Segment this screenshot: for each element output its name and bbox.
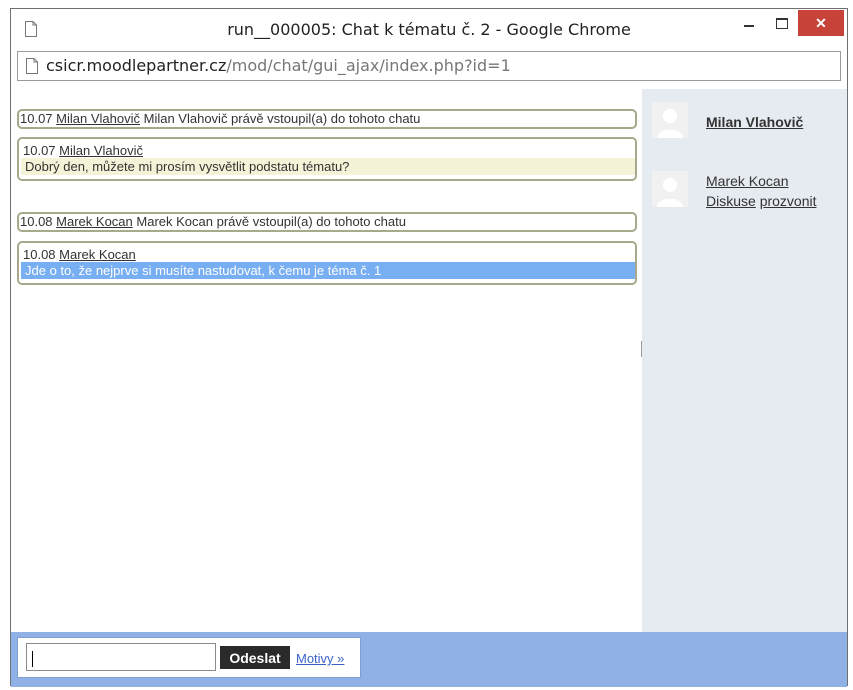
message-user-link[interactable]: Milan Vlahovič — [59, 143, 143, 158]
talk-link[interactable]: Diskuse — [706, 193, 756, 209]
message-chat: 10.07 Milan Vlahovič Dobrý den, můžete m… — [17, 137, 637, 181]
message-user-link[interactable]: Marek Kocan — [56, 214, 133, 229]
users-list: Milan Vlahovič Marek Kocan Diskuse prozv… — [642, 89, 847, 632]
browser-window: run__000005: Chat k tématu č. 2 - Google… — [10, 8, 848, 687]
message-user-link[interactable]: Marek Kocan — [59, 247, 136, 262]
text-caret — [32, 651, 33, 667]
message-text: Marek Kocan právě vstoupil(a) do tohoto … — [136, 214, 406, 229]
message-time: 10.07 — [23, 143, 56, 158]
message-text: Milan Vlahovič právě vstoupil(a) do toho… — [143, 111, 421, 126]
message-time: 10.08 — [23, 247, 56, 262]
message-header: 10.07 Milan Vlahovič — [23, 143, 635, 158]
close-icon: ✕ — [815, 14, 827, 31]
input-bar: Odeslat Motivy » — [11, 632, 847, 687]
message-user-link[interactable]: Milan Vlahovič — [56, 111, 140, 126]
address-bar[interactable]: csicr.moodlepartner.cz/mod/chat/gui_ajax… — [17, 51, 841, 81]
user-actions: Diskuse prozvonit — [706, 193, 817, 209]
minimize-button[interactable] — [735, 10, 763, 36]
user-avatar-icon — [652, 171, 688, 207]
message-system: 10.08 Marek Kocan Marek Kocan právě vsto… — [17, 212, 637, 232]
message-text: Jde o to, že nejprve si musíte nastudova… — [21, 262, 635, 279]
message-time: 10.07 — [20, 111, 53, 126]
maximize-button[interactable] — [768, 10, 796, 36]
page-icon — [26, 58, 38, 74]
title-bar: run__000005: Chat k tématu č. 2 - Google… — [11, 9, 847, 49]
user-name-link[interactable]: Marek Kocan — [706, 173, 788, 189]
message-system: 10.07 Milan Vlahovič Milan Vlahovič práv… — [17, 109, 637, 129]
user-name-link[interactable]: Milan Vlahovič — [706, 114, 803, 130]
message-header: 10.08 Marek Kocan — [23, 247, 635, 262]
message-text: Dobrý den, můžete mi prosím vysvětlit po… — [21, 158, 635, 175]
message-input[interactable] — [26, 643, 216, 671]
message-chat: 10.08 Marek Kocan Jde o to, že nejprve s… — [17, 241, 637, 285]
close-button[interactable]: ✕ — [798, 10, 844, 36]
beep-link[interactable]: prozvonit — [760, 193, 817, 209]
user-avatar-icon — [652, 102, 688, 138]
themes-link[interactable]: Motivy » — [296, 651, 344, 666]
url-text: csicr.moodlepartner.cz/mod/chat/gui_ajax… — [46, 56, 511, 75]
chat-content: 10.07 Milan Vlahovič Milan Vlahovič práv… — [11, 89, 847, 687]
message-time: 10.08 — [20, 214, 53, 229]
maximize-icon — [776, 17, 788, 29]
send-button[interactable]: Odeslat — [220, 646, 290, 669]
minimize-icon — [744, 25, 754, 27]
messages-pane: 10.07 Milan Vlahovič Milan Vlahovič práv… — [17, 89, 640, 632]
url-host: csicr.moodlepartner.cz — [46, 56, 227, 75]
url-path: /mod/chat/gui_ajax/index.php?id=1 — [226, 56, 511, 75]
window-title: run__000005: Chat k tématu č. 2 - Google… — [227, 20, 631, 39]
input-panel: Odeslat Motivy » — [17, 637, 361, 678]
